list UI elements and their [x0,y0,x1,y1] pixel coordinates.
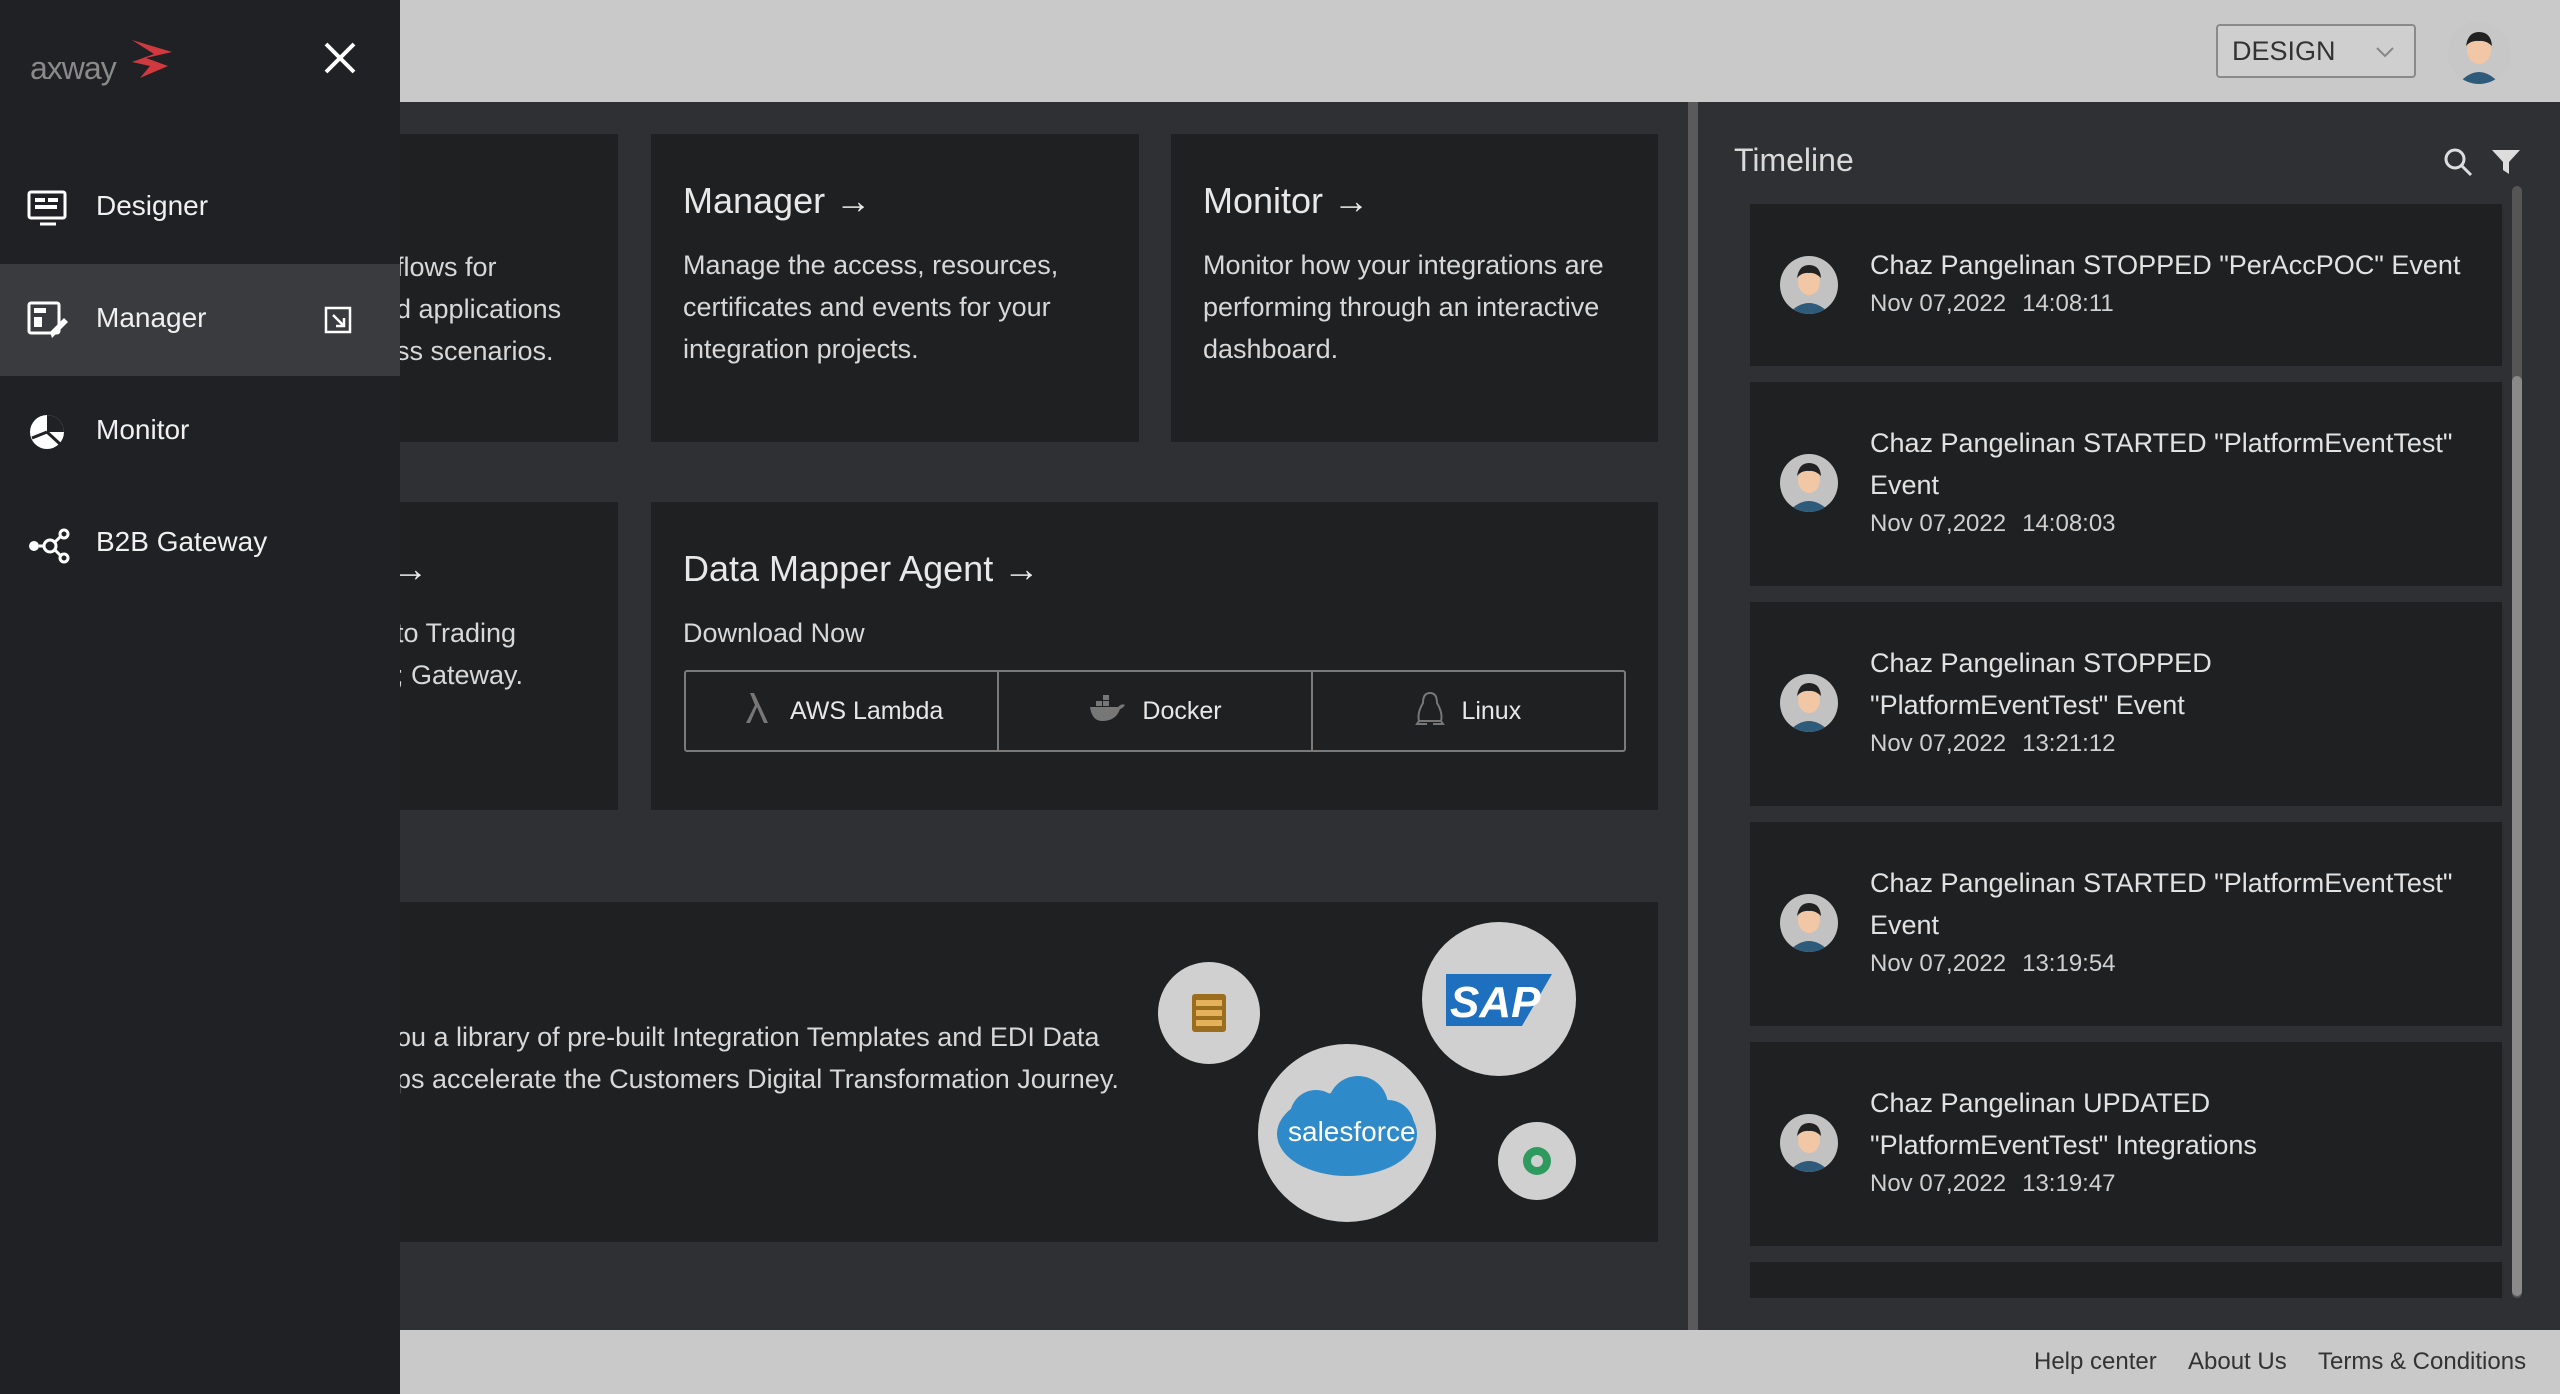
open-in-new-icon[interactable] [322,304,354,336]
avatar [1780,256,1838,314]
manager-icon [26,298,70,342]
timeline-item-time: 13:21:12 [2022,730,2116,757]
timeline-item-timestamp: Nov 07,2022 14:08:11 [1870,290,2114,318]
timeline-item[interactable]: Chaz Pangelinan STARTED "PlatformEventTe… [1750,822,2502,1026]
timeline-item-timestamp: Nov 07,2022 13:21:12 [1870,730,2116,758]
data-mapper-card: Data Mapper Agent → Download Now [651,502,1658,810]
timeline-item-time: 13:19:47 [2022,1170,2116,1197]
timeline-item[interactable] [1750,1262,2502,1298]
timeline-item-time: 14:08:03 [2022,510,2116,537]
aws-lambda-label: AWS Lambda [790,696,944,725]
timeline-item-time: 14:08:11 [2022,290,2114,317]
salesforce-logo: salesforce [1258,1044,1436,1222]
close-icon [324,42,356,74]
timeline-item-timestamp: Nov 07,2022 14:08:03 [1870,510,2116,538]
timeline-item-text: Chaz Pangelinan STARTED "PlatformEventTe… [1870,428,2453,500]
nav-item-designer[interactable]: Designer [0,152,400,264]
linux-label: Linux [1461,696,1522,725]
nav-item-b2b-gateway[interactable]: B2B Gateway [0,488,400,600]
designer-card-line-2: d applications [396,294,562,324]
avatar [1780,1114,1838,1172]
user-avatar[interactable] [2448,22,2510,84]
nav-item-monitor[interactable]: Monitor [0,376,400,488]
nav-item-label: Monitor [96,414,190,445]
monitor-icon [26,410,70,454]
b2b-card-line-2: ; Gateway. [396,660,524,690]
designer-card-line-3: ss scenarios. [396,336,554,366]
nav-item-label: Designer [96,190,209,221]
timeline-item-date: Nov 07,2022 [1870,730,2007,757]
manager-card-title: Manager → [683,180,872,221]
timeline-item[interactable]: Chaz Pangelinan STOPPED "PlatformEventTe… [1750,602,2502,806]
filter-icon[interactable] [2490,146,2522,183]
avatar [1780,454,1838,512]
timeline-item-text: Chaz Pangelinan STOPPED "PlatformEventTe… [1870,648,2212,720]
timeline-item-date: Nov 07,2022 [1870,290,2007,317]
nav-item-label: Manager [96,302,207,333]
timeline-scrollbar[interactable] [2512,186,2522,1298]
manager-card-line-2: certificates and events for your [683,292,1051,322]
monitor-card-title: Monitor → [1203,180,1370,221]
docker-icon [1088,693,1126,730]
terms-link[interactable]: Terms & Conditions [2318,1348,2526,1376]
designer-icon [26,186,70,230]
data-mapper-title[interactable]: Data Mapper Agent → [683,548,1039,590]
navigation-drawer: axway Designer Manager Monitor B2B Gatew… [0,0,400,1394]
search-icon[interactable] [2442,146,2474,183]
timeline-scroll-thumb[interactable] [2512,376,2522,1296]
timeline-item-text: Chaz Pangelinan STARTED "PlatformEventTe… [1870,868,2453,940]
timeline-item-date: Nov 07,2022 [1870,510,2007,537]
sap-logo-text: SAP [1450,978,1541,1027]
manager-card-line-1: Manage the access, resources, [683,250,1059,280]
timeline-title: Timeline [1734,142,1854,178]
monitor-card-line-1: Monitor how your integrations are [1203,250,1604,280]
timeline-item-timestamp: Nov 07,2022 13:19:54 [1870,950,2116,978]
connector-logo [1498,1122,1576,1200]
nav-item-label: B2B Gateway [96,526,268,557]
docker-download-button[interactable]: Docker [999,672,1313,750]
axway-logo: axway [30,36,180,92]
environment-value: DESIGN [2232,36,2336,66]
b2b-card-line-1: to Trading [396,618,517,648]
aws-lambda-download-button[interactable]: AWS Lambda [686,672,1000,750]
sap-logo: SAP [1422,922,1576,1076]
monitor-card[interactable]: Monitor → Monitor how your integrations … [1171,134,1658,442]
timeline-item-timestamp: Nov 07,2022 13:19:47 [1870,1170,2116,1198]
nav-item-manager[interactable]: Manager [0,264,400,376]
environment-select[interactable]: DESIGN [2216,24,2416,78]
panel-divider[interactable] [1688,102,1698,1330]
b2b-gateway-icon [26,522,70,566]
timeline-item[interactable]: Chaz Pangelinan STOPPED "PerAccPOC" Even… [1750,204,2502,366]
monitor-card-line-3: dashboard. [1203,334,1339,364]
close-drawer-button[interactable] [312,30,368,86]
avatar [1780,894,1838,952]
download-button-group: AWS Lambda Docker Linux [684,670,1626,752]
download-now-label: Download Now [683,618,865,648]
avatar [1780,674,1838,732]
marketplace-line-1: ou a library of pre-built Integration Te… [396,1022,1100,1052]
timeline-item[interactable]: Chaz Pangelinan UPDATED "PlatformEventTe… [1750,1042,2502,1246]
designer-card-line-1: flows for [396,252,497,282]
timeline-item-text: Chaz Pangelinan STOPPED "PerAccPOC" Even… [1870,250,2461,280]
timeline-item-text: Chaz Pangelinan UPDATED "PlatformEventTe… [1870,1088,2257,1160]
chevron-down-icon [2374,28,2396,96]
timeline-item[interactable]: Chaz Pangelinan STARTED "PlatformEventTe… [1750,382,2502,586]
linux-download-button[interactable]: Linux [1313,672,1624,750]
axway-logo-text: axway [30,50,117,86]
linux-icon [1415,691,1446,732]
docker-label: Docker [1142,696,1222,725]
help-center-link[interactable]: Help center [2034,1348,2157,1376]
monitor-card-line-2: performing through an interactive [1203,292,1600,322]
marketplace-line-2: ps accelerate the Customers Digital Tran… [396,1064,1119,1094]
timeline-item-date: Nov 07,2022 [1870,1170,2007,1197]
amazon-sqs-logo [1158,962,1260,1064]
timeline-item-time: 13:19:54 [2022,950,2116,977]
lambda-icon [740,691,774,732]
about-us-link[interactable]: About Us [2188,1348,2287,1376]
timeline-item-date: Nov 07,2022 [1870,950,2007,977]
manager-card-line-3: integration projects. [683,334,919,364]
salesforce-logo-text: salesforce [1288,1116,1416,1147]
manager-card[interactable]: Manager → Manage the access, resources, … [651,134,1139,442]
